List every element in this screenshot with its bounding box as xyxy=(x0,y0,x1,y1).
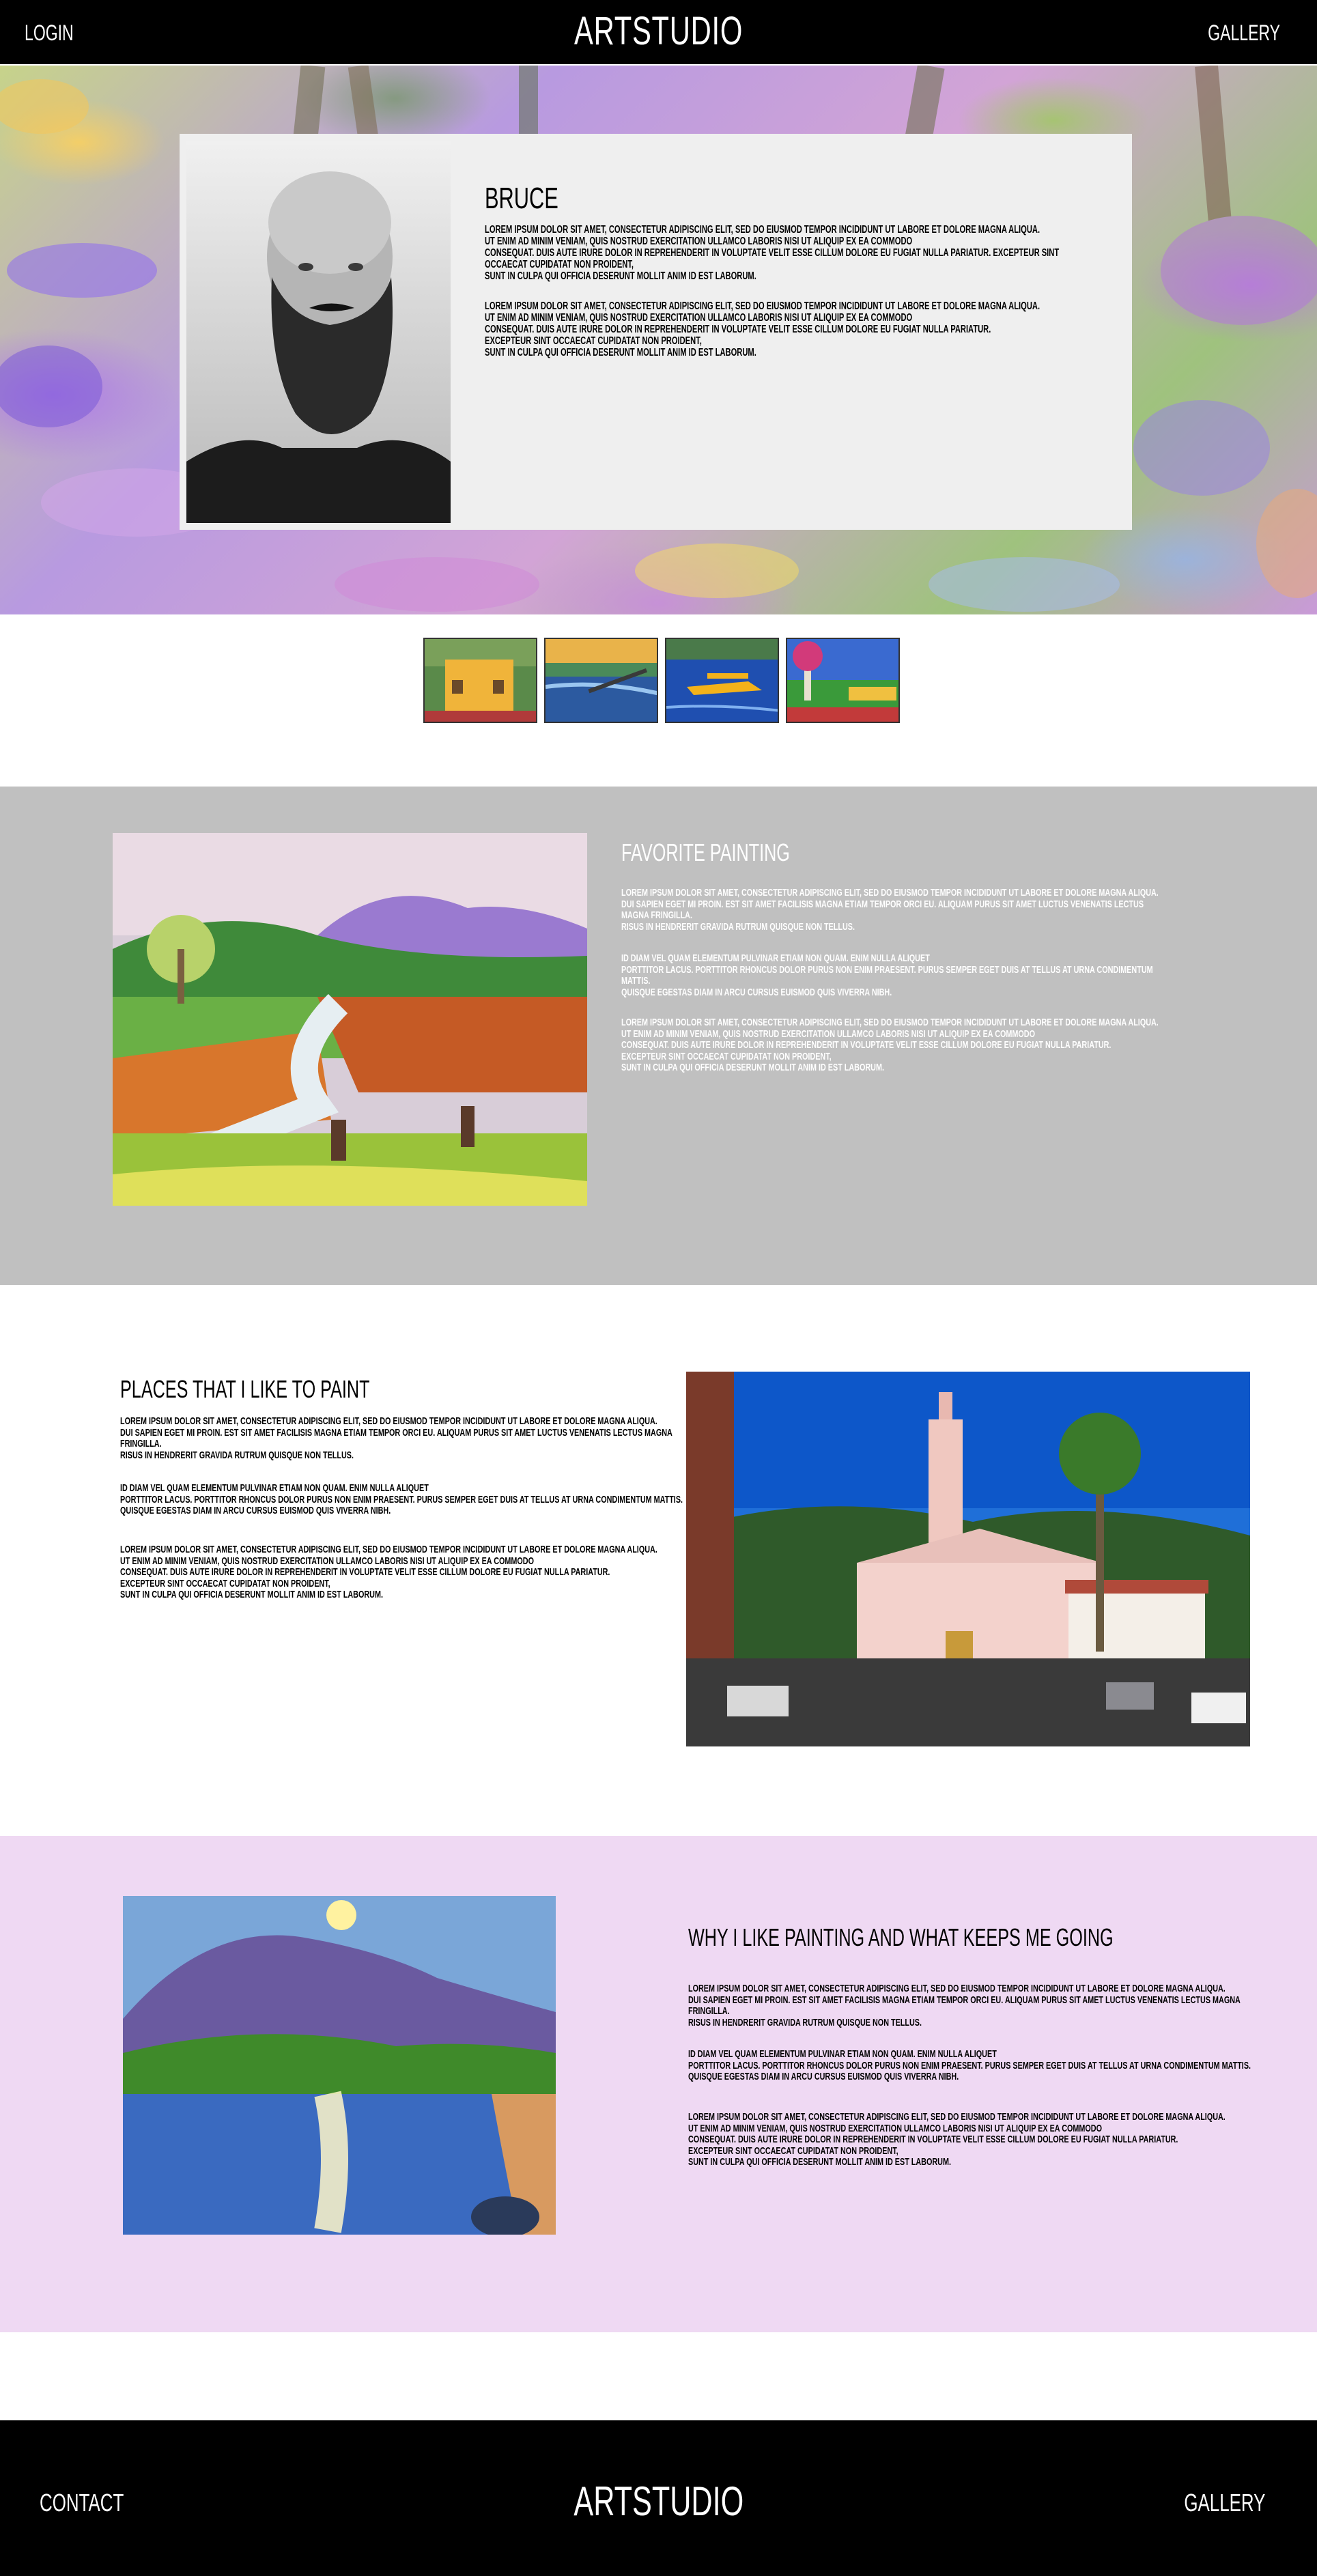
site-footer: CONTACT ARTSTUDIO GALLERY xyxy=(0,2420,1317,2576)
mission-church-photo xyxy=(686,1372,1250,1746)
why-paragraph-3: LOREM IPSUM DOLOR SIT AMET, CONSECTETUR … xyxy=(688,2111,1226,2168)
site-logo[interactable]: ARTSTUDIO xyxy=(0,8,1317,54)
places-paragraph-1: LOREM IPSUM DOLOR SIT AMET, CONSECTETUR … xyxy=(120,1415,672,1461)
favorite-painting-heading: FAVORITE PAINTING xyxy=(621,838,790,866)
portrait-illustration xyxy=(186,141,451,523)
places-paragraph-3: LOREM IPSUM DOLOR SIT AMET, CONSECTETUR … xyxy=(120,1544,657,1601)
artist-portrait-photo xyxy=(186,141,451,523)
church-street-scene xyxy=(686,1372,1250,1746)
artist-name-heading: BRUCE xyxy=(485,182,558,215)
favorite-paragraph-3: LOREM IPSUM DOLOR SIT AMET, CONSECTETUR … xyxy=(621,1017,1159,1074)
site-logo-text: ARTSTUDIO xyxy=(573,9,744,53)
bio-paragraph-2: LOREM IPSUM DOLOR SIT AMET, CONSECTETUR … xyxy=(485,300,1040,358)
top-navigation-bar: LOGIN ARTSTUDIO GALLERY xyxy=(0,0,1317,64)
seaplane-painting xyxy=(666,639,778,722)
thumbnail-seaplane[interactable] xyxy=(665,638,779,723)
places-heading: PLACES THAT I LIKE TO PAINT xyxy=(120,1375,370,1403)
why-paragraph-1: LOREM IPSUM DOLOR SIT AMET, CONSECTETUR … xyxy=(688,1983,1241,2028)
bio-paragraph-1: LOREM IPSUM DOLOR SIT AMET, CONSECTETUR … xyxy=(485,224,1060,282)
favorite-painting-image xyxy=(113,833,587,1206)
yellow-house-painting xyxy=(425,639,536,722)
footer-logo[interactable]: ARTSTUDIO xyxy=(0,2478,1317,2525)
harbor-painting xyxy=(546,639,657,722)
places-paragraph-2: ID DIAM VEL QUAM ELEMENTUM PULVINAR ETIA… xyxy=(120,1482,683,1517)
landscape-path-painting xyxy=(113,833,587,1206)
footer-logo-text: ARTSTUDIO xyxy=(573,2478,744,2524)
hero-painting-background: BRUCE LOREM IPSUM DOLOR SIT AMET, CONSEC… xyxy=(0,66,1317,614)
favorite-paragraph-2: ID DIAM VEL QUAM ELEMENTUM PULVINAR ETIA… xyxy=(621,952,1153,998)
garden-tree-painting xyxy=(787,639,898,722)
gallery-link[interactable]: GALLERY xyxy=(1208,20,1280,46)
why-heading: WHY I LIKE PAINTING AND WHAT KEEPS ME GO… xyxy=(688,1923,1114,1951)
lake-mountain-painting xyxy=(123,1896,556,2235)
thumbnail-yellow-house[interactable] xyxy=(423,638,537,723)
favorite-paragraph-1: LOREM IPSUM DOLOR SIT AMET, CONSECTETUR … xyxy=(621,887,1159,933)
favorite-painting-section: FAVORITE PAINTING LOREM IPSUM DOLOR SIT … xyxy=(0,787,1317,1285)
thumbnail-harbor[interactable] xyxy=(544,638,658,723)
thumbnail-garden-tree[interactable] xyxy=(786,638,900,723)
footer-gallery-link[interactable]: GALLERY xyxy=(1184,2489,1265,2517)
lake-sunset-painting-image xyxy=(123,1896,556,2235)
why-paragraph-2: ID DIAM VEL QUAM ELEMENTUM PULVINAR ETIA… xyxy=(688,2048,1251,2083)
why-painting-section: WHY I LIKE PAINTING AND WHAT KEEPS ME GO… xyxy=(0,1836,1317,2332)
artist-bio-card: BRUCE LOREM IPSUM DOLOR SIT AMET, CONSEC… xyxy=(180,134,1132,530)
